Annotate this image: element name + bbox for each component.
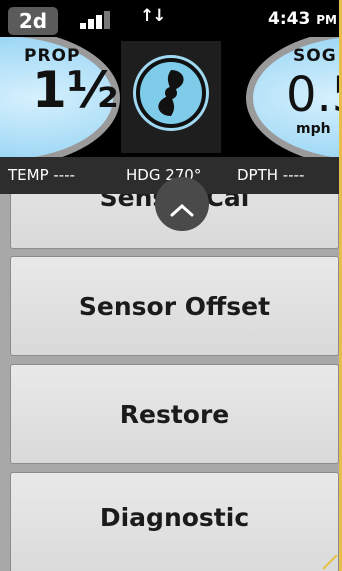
diagnostic-label: Diagnostic <box>99 503 250 532</box>
sensor-offset-label: Sensor Offset <box>78 291 271 321</box>
sog-label: SOG <box>293 46 337 66</box>
view-mode-badge[interactable]: 2d <box>8 7 58 35</box>
sog-unit: mph <box>296 121 331 137</box>
clock: 4:43 PM <box>268 9 337 29</box>
prop-value: 1½ <box>32 61 119 119</box>
sog-value: 0.5 <box>286 67 339 123</box>
gauge-panel: PROP 1½ SOG 0.5 mph <box>0 37 339 157</box>
sensor-offset-button[interactable]: Sensor Offset <box>10 256 339 356</box>
signal-strength-icon <box>80 9 116 29</box>
clock-ampm: PM <box>316 13 337 27</box>
restore-label: Restore <box>119 399 230 429</box>
status-bar: 2d ↑↓ 4:43 PM <box>0 0 339 37</box>
depth-readout: DPTH ---- <box>237 166 305 184</box>
restore-button[interactable]: Restore <box>10 364 339 464</box>
diagnostic-button[interactable]: Diagnostic <box>10 472 339 571</box>
chevron-up-icon <box>170 203 194 217</box>
data-transfer-icon: ↑↓ <box>140 6 166 26</box>
temp-readout: TEMP ---- <box>8 166 76 184</box>
scroll-up-button[interactable] <box>155 177 209 231</box>
clock-time: 4:43 <box>268 9 311 29</box>
device-screen: 2d ↑↓ 4:43 PM PROP 1½ SOG 0.5 mph <box>0 0 342 571</box>
propeller-icon[interactable] <box>136 58 206 128</box>
settings-menu: Sensor Cal Sensor Offset Restore Diagnos… <box>0 194 339 571</box>
corner-accent-icon <box>322 554 338 570</box>
